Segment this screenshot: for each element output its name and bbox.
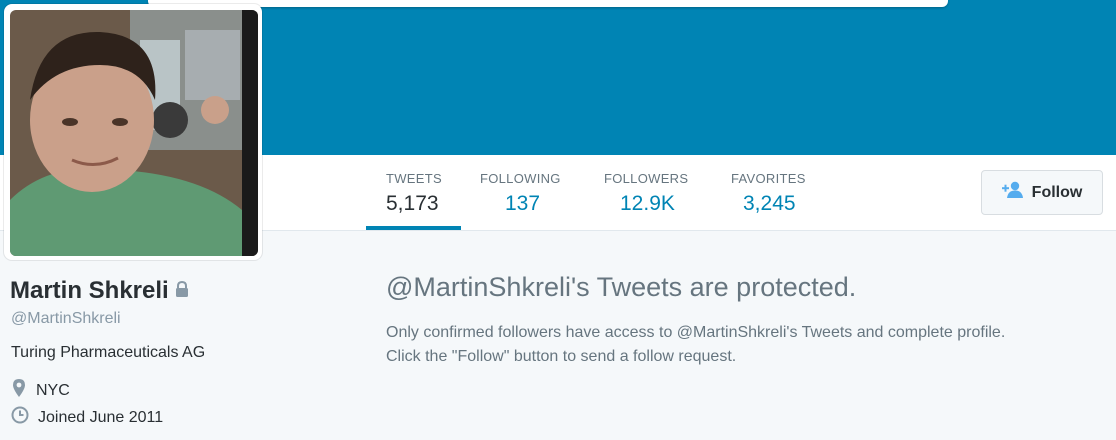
clock-icon <box>11 406 29 429</box>
avatar[interactable] <box>4 4 262 260</box>
stat-tweets[interactable]: TWEETS 5,173 <box>386 170 442 218</box>
profile-name[interactable]: Martin Shkreli <box>10 277 189 305</box>
add-user-icon <box>1001 181 1024 204</box>
stat-followers-label: FOLLOWERS <box>604 171 689 186</box>
lock-icon <box>175 277 189 305</box>
follow-button[interactable]: Follow <box>981 170 1103 215</box>
stat-favorites[interactable]: FAVORITES 3,245 <box>731 170 806 218</box>
protected-title: @MartinShkreli's Tweets are protected. <box>386 272 857 302</box>
stat-following[interactable]: FOLLOWING 137 <box>480 170 561 218</box>
profile-handle[interactable]: @MartinShkreli <box>11 310 121 328</box>
protected-message-line1: Only confirmed followers have access to … <box>386 324 1006 341</box>
profile-location-text: NYC <box>36 381 70 399</box>
profile-joined: Joined June 2011 <box>11 406 163 429</box>
follow-button-label: Follow <box>1031 183 1083 201</box>
avatar-photo <box>10 10 258 256</box>
stat-tweets-value: 5,173 <box>386 192 439 215</box>
stat-followers-value: 12.9K <box>620 192 675 215</box>
protected-message: Only confirmed followers have access to … <box>386 321 1086 369</box>
stat-following-value: 137 <box>505 192 541 215</box>
stat-following-label: FOLLOWING <box>480 171 561 186</box>
stat-followers[interactable]: FOLLOWERS 12.9K <box>604 170 688 218</box>
profile-bio: Turing Pharmaceuticals AG <box>11 344 206 361</box>
stat-favorites-label: FAVORITES <box>731 171 806 186</box>
stat-tweets-label: TWEETS <box>386 171 442 186</box>
protected-message-line2: Click the "Follow" button to send a foll… <box>386 348 737 365</box>
active-tab-indicator <box>366 226 461 230</box>
profile-name-text: Martin Shkreli <box>10 277 169 304</box>
top-navigation-bar <box>148 0 948 7</box>
profile-joined-text: Joined June 2011 <box>38 408 164 426</box>
profile-location: NYC <box>11 378 70 403</box>
stat-favorites-value: 3,245 <box>743 192 796 215</box>
location-pin-icon <box>11 378 27 403</box>
